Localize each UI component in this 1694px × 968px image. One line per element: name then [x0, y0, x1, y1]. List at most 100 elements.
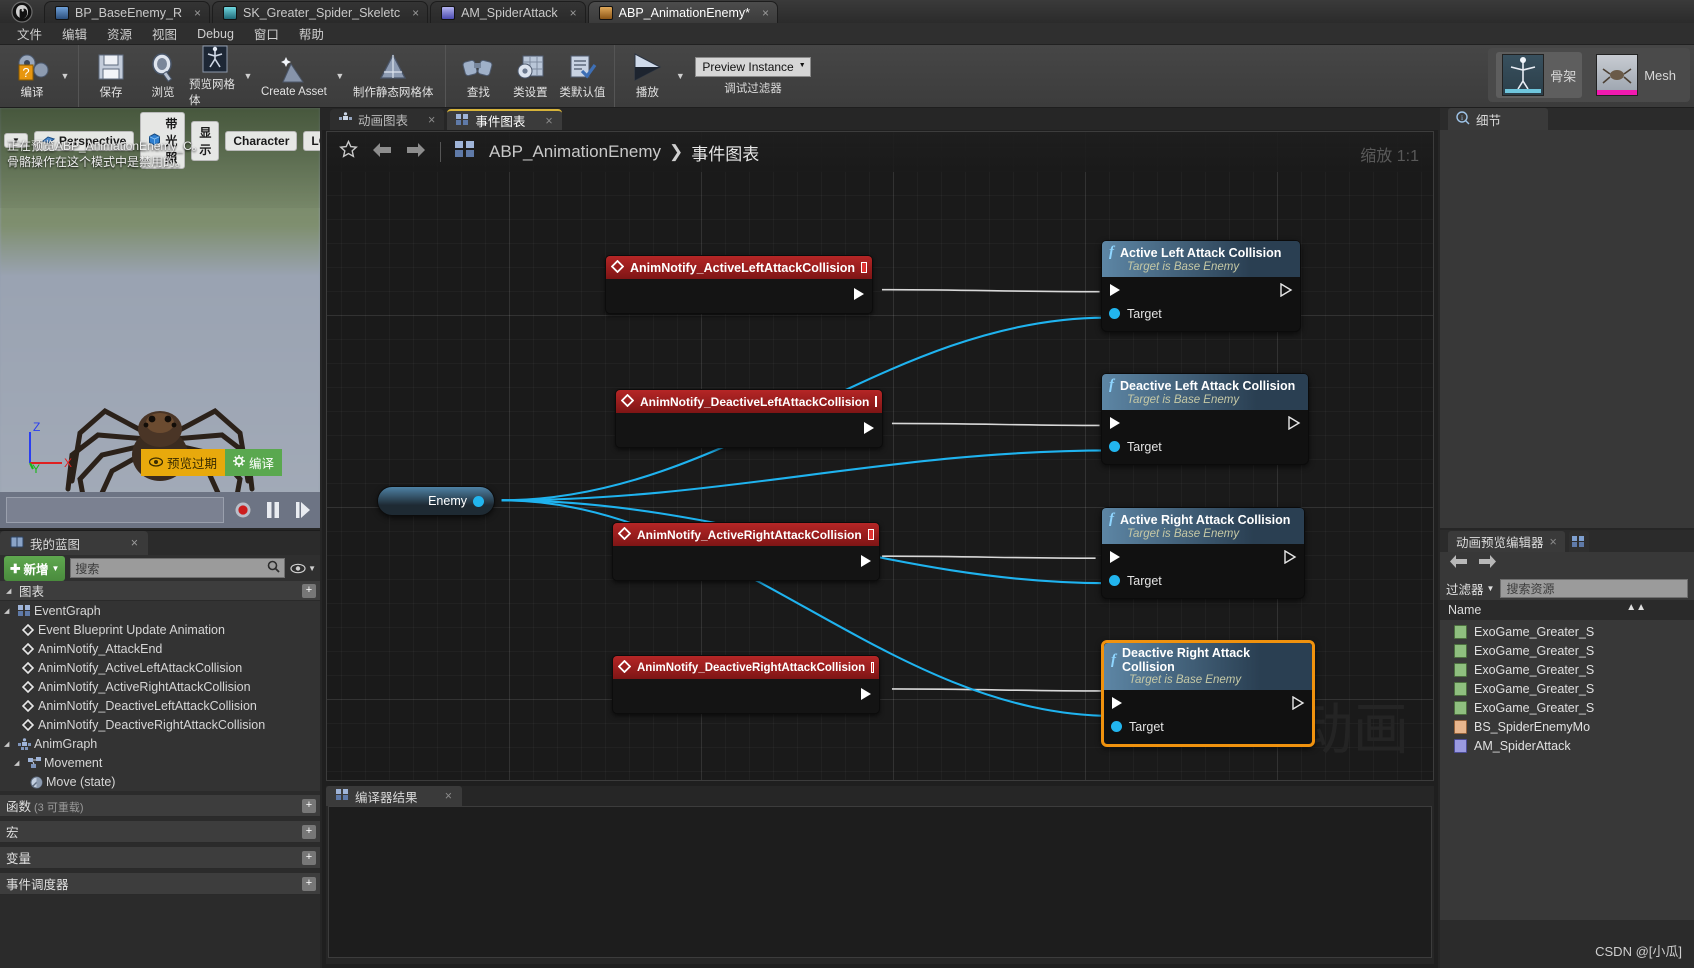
make-static-mesh-button[interactable]: 制作静态网格体 — [347, 45, 440, 107]
list-item[interactable]: ExoGame_Greater_S — [1440, 622, 1694, 641]
exec-output-pin[interactable] — [853, 287, 866, 306]
exec-input-pin[interactable] — [1109, 550, 1122, 569]
add-macro-button[interactable]: + — [302, 824, 316, 839]
back-arrow-icon[interactable] — [1450, 555, 1467, 573]
graph-node-event-3[interactable]: AnimNotify_DeactiveRightAttackCollision — [612, 655, 880, 714]
expander-icon[interactable]: ◢ — [4, 607, 13, 615]
asset-list[interactable]: ExoGame_Greater_S ExoGame_Greater_S ExoG… — [1440, 620, 1694, 920]
add-variable-button[interactable]: + — [302, 850, 316, 865]
tree-item-event[interactable]: Event Blueprint Update Animation — [0, 620, 320, 639]
list-item[interactable]: ExoGame_Greater_S — [1440, 641, 1694, 660]
add-new-button[interactable]: ✚ 新增 ▼ — [4, 555, 66, 581]
section-macros[interactable]: 宏 + — [0, 821, 320, 843]
window-tab-3[interactable]: ABP_AnimationEnemy* × — [587, 1, 779, 23]
compile-dropdown-caret[interactable]: ▼ — [58, 45, 72, 107]
details-tab[interactable]: i 细节 — [1448, 108, 1548, 130]
add-graph-button[interactable]: + — [302, 583, 316, 598]
list-item[interactable]: ExoGame_Greater_S — [1440, 660, 1694, 679]
tree-item-animgraph[interactable]: ◢ AnimGraph — [0, 734, 320, 753]
window-tab-0[interactable]: BP_BaseEnemy_R × — [44, 1, 211, 23]
tree-item-movement[interactable]: ◢ Movement — [0, 753, 320, 772]
viewport-lod-button[interactable]: LOD — [303, 130, 320, 151]
preview-mesh-dropdown-caret[interactable]: ▼ — [241, 45, 255, 107]
create-asset-button[interactable]: Create Asset — [255, 45, 333, 107]
browse-button[interactable]: 浏览 — [137, 45, 189, 107]
timeline-scrubber[interactable] — [6, 497, 224, 523]
preview-outdated-button[interactable]: 预览过期 — [140, 449, 225, 476]
debug-filter-combo[interactable]: Preview Instance — [695, 56, 811, 77]
graph-canvas[interactable]: 动画 Enemy AnimNotify_ActiveLeftAttackColl… — [326, 131, 1434, 781]
close-icon[interactable]: × — [194, 6, 201, 20]
tree-item-move-state[interactable]: Move (state) — [0, 772, 320, 791]
exec-output-pin[interactable] — [860, 687, 873, 706]
tree-item-event[interactable]: AnimNotify_ActiveRightAttackCollision — [0, 677, 320, 696]
add-function-button[interactable]: + — [302, 798, 316, 813]
close-icon[interactable]: × — [1550, 535, 1557, 549]
class-defaults-button[interactable]: 类默认值 — [556, 45, 608, 107]
mode-skeleton-button[interactable]: 骨架 — [1496, 52, 1583, 98]
tab-anim-graph[interactable]: 动画图表 × — [330, 109, 445, 130]
graph-node-function-0[interactable]: f Active Left Attack Collision Target is… — [1101, 240, 1301, 332]
menu-item-help[interactable]: 帮助 — [290, 22, 333, 45]
forward-arrow-icon[interactable] — [1479, 555, 1496, 573]
target-input-pin[interactable] — [1109, 575, 1120, 586]
close-icon[interactable]: × — [445, 789, 452, 803]
play-dropdown-caret[interactable]: ▼ — [673, 45, 687, 107]
exec-input-pin[interactable] — [1109, 283, 1122, 302]
list-item[interactable]: ExoGame_Greater_S — [1440, 698, 1694, 717]
record-icon[interactable] — [232, 499, 254, 521]
exec-output-pin[interactable] — [863, 421, 876, 440]
create-asset-dropdown-caret[interactable]: ▼ — [333, 45, 347, 107]
filter-button[interactable]: 过滤器 ▼ — [1446, 579, 1494, 598]
output-pin[interactable] — [473, 495, 484, 507]
tree-item-event[interactable]: AnimNotify_ActiveLeftAttackCollision — [0, 658, 320, 677]
menu-item-view[interactable]: 视图 — [143, 22, 186, 45]
step-forward-icon[interactable] — [292, 499, 314, 521]
asset-search-input[interactable]: 搜索资源 — [1500, 578, 1688, 598]
graph-node-function-1[interactable]: f Deactive Left Attack Collision Target … — [1101, 373, 1309, 465]
section-event-dispatchers[interactable]: 事件调度器 + — [0, 873, 320, 895]
back-arrow-icon[interactable] — [372, 142, 392, 163]
graph-node-event-2[interactable]: AnimNotify_ActiveRightAttackCollision — [612, 522, 880, 581]
save-button[interactable]: 保存 — [85, 45, 137, 107]
tree-item-eventgraph[interactable]: ◢ EventGraph — [0, 601, 320, 620]
menu-item-file[interactable]: 文件 — [8, 22, 51, 45]
expander-icon[interactable]: ◢ — [6, 587, 15, 595]
graph-node-event-1[interactable]: AnimNotify_DeactiveLeftAttackCollision — [615, 389, 883, 448]
list-item[interactable]: AM_SpiderAttack — [1440, 736, 1694, 755]
graph-node-function-3[interactable]: f Deactive Right Attack Collision Target… — [1101, 640, 1315, 747]
viewport-compile-button[interactable]: 编译 — [224, 449, 282, 476]
details-body[interactable] — [1440, 130, 1694, 528]
expander-icon[interactable]: ◢ — [4, 740, 13, 748]
asset-browser-tab[interactable] — [1568, 531, 1589, 552]
list-item[interactable]: BS_SpiderEnemyMo — [1440, 717, 1694, 736]
close-icon[interactable]: × — [545, 114, 552, 128]
window-tab-1[interactable]: SK_Greater_Spider_Skeletc × — [212, 1, 429, 23]
exec-output-pin[interactable] — [860, 554, 873, 573]
exec-output-pin[interactable] — [1284, 549, 1297, 569]
class-settings-button[interactable]: 类设置 — [504, 45, 556, 107]
visibility-options-button[interactable]: ▼ — [290, 563, 316, 574]
graph-node-event-0[interactable]: AnimNotify_ActiveLeftAttackCollision — [605, 255, 873, 314]
compiler-results-body[interactable] — [328, 806, 1432, 958]
tab-event-graph[interactable]: 事件图表 × — [447, 109, 562, 130]
compile-button[interactable]: ? 编译 — [6, 45, 58, 107]
list-item[interactable]: ExoGame_Greater_S — [1440, 679, 1694, 698]
menu-item-assets[interactable]: 资源 — [98, 22, 141, 45]
close-icon[interactable]: × — [570, 6, 577, 20]
close-icon[interactable]: × — [762, 6, 769, 20]
window-tab-2[interactable]: AM_SpiderAttack × — [430, 1, 586, 23]
find-button[interactable]: 查找 — [452, 45, 504, 107]
section-variables[interactable]: 变量 + — [0, 847, 320, 869]
exec-input-pin[interactable] — [1111, 696, 1124, 715]
breadcrumb-root[interactable]: ABP_AnimationEnemy — [489, 142, 661, 162]
menu-item-window[interactable]: 窗口 — [245, 22, 288, 45]
favorite-icon[interactable] — [339, 139, 358, 164]
target-input-pin[interactable] — [1111, 721, 1122, 732]
pause-icon[interactable] — [262, 499, 284, 521]
exec-input-pin[interactable] — [1109, 416, 1122, 435]
blueprint-search-input[interactable]: 搜索 — [70, 558, 286, 578]
exec-output-pin[interactable] — [1292, 695, 1305, 715]
add-event-dispatcher-button[interactable]: + — [302, 876, 316, 891]
breadcrumb-leaf[interactable]: 事件图表 — [691, 140, 759, 165]
